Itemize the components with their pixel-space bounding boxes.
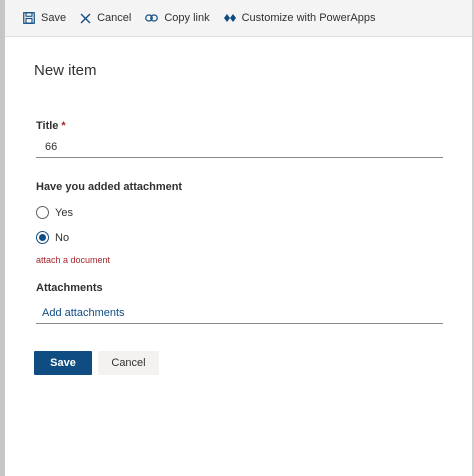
required-marker: * [61, 120, 66, 132]
title-field-label: Title * [36, 120, 66, 132]
customize-powerapps-command[interactable]: Customize with PowerApps [223, 12, 376, 24]
title-input[interactable] [36, 136, 443, 158]
add-attachments-link[interactable]: Add attachments [36, 302, 443, 324]
close-icon [80, 13, 91, 23]
radio-option-no[interactable]: No [36, 231, 69, 244]
cancel-command[interactable]: Cancel [80, 12, 131, 24]
powerapps-icon [223, 14, 236, 22]
copy-link-command[interactable]: Copy link [145, 12, 210, 24]
save-button[interactable]: Save [34, 351, 92, 375]
form-heading: New item [34, 62, 97, 79]
title-label-text: Title [36, 120, 59, 132]
customize-powerapps-label: Customize with PowerApps [241, 12, 376, 24]
link-icon [145, 14, 159, 22]
attachment-error-message: attach a document [36, 255, 111, 265]
radio-no-circle[interactable] [36, 231, 49, 244]
cancel-button[interactable]: Cancel [98, 351, 159, 375]
cancel-command-label: Cancel [97, 12, 132, 24]
left-edge-border [0, 0, 5, 476]
save-icon [23, 12, 35, 24]
attachments-label: Attachments [36, 282, 103, 294]
save-command[interactable]: Save [23, 12, 66, 24]
copy-link-command-label: Copy link [164, 12, 210, 24]
command-bar: Save Cancel Copy link Customize with Pow… [5, 0, 472, 37]
radio-no-label: No [55, 231, 70, 244]
attachment-question-label: Have you added attachment [36, 181, 183, 193]
radio-yes-circle[interactable] [36, 206, 49, 219]
radio-option-yes[interactable]: Yes [36, 206, 73, 219]
save-command-label: Save [41, 12, 67, 24]
radio-yes-label: Yes [55, 206, 73, 219]
